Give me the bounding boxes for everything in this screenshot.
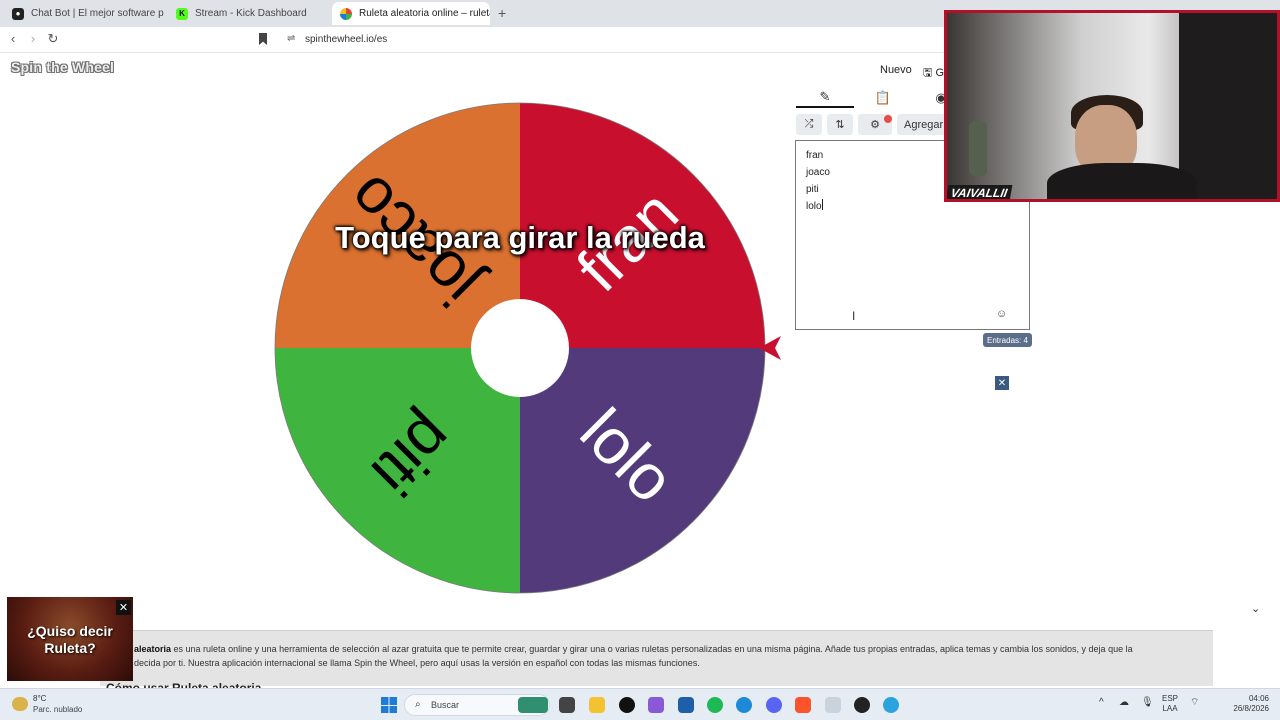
- webcam-body: [1047, 163, 1197, 199]
- windows-taskbar: 8°C Parc. nublado ⌕ Buscar ^ ☁ 🎙 ESP LAA…: [0, 688, 1280, 720]
- bookmark-icon[interactable]: [259, 33, 267, 45]
- promo-line-1: ¿Quiso decir: [27, 623, 113, 639]
- pencil-icon: ✎: [819, 89, 831, 104]
- file-explorer-icon[interactable]: [589, 697, 605, 713]
- copilot-icon[interactable]: [648, 697, 664, 713]
- weather-icon[interactable]: [12, 697, 28, 711]
- tab-edit[interactable]: ✎: [796, 88, 854, 108]
- obs-icon[interactable]: [854, 697, 870, 713]
- shuffle-icon: ⤮: [804, 118, 814, 130]
- tab-results[interactable]: 📋: [854, 88, 912, 108]
- promo-close-icon[interactable]: ✕: [116, 600, 131, 615]
- webcam-bottle: [969, 121, 987, 176]
- windows-start-icon[interactable]: [381, 697, 397, 713]
- tab-favicon-icon: ●: [12, 7, 24, 20]
- entries-count-badge: Entradas: 4: [983, 333, 1032, 347]
- search-label: Buscar: [431, 700, 460, 710]
- article-lead: aleatoria: [134, 644, 172, 654]
- wheel-center-hole[interactable]: [471, 299, 569, 397]
- shuffle-button[interactable]: ⤮: [796, 114, 822, 135]
- notification-dot: [884, 115, 892, 123]
- nuevo-button[interactable]: Nuevo: [880, 64, 912, 76]
- tray-chevron-icon[interactable]: ^: [1099, 698, 1104, 708]
- back-icon[interactable]: ‹: [4, 31, 22, 46]
- clock-time: 04:06: [1248, 694, 1269, 703]
- network-icon[interactable]: ☁: [1119, 698, 1129, 708]
- lang-primary: ESP: [1162, 694, 1179, 703]
- widgets-app-icon[interactable]: [518, 697, 548, 713]
- site-logo[interactable]: Spin the Wheel: [11, 59, 114, 75]
- gear-icon: ⚙: [870, 119, 880, 131]
- task-view-icon[interactable]: [559, 697, 575, 713]
- close-icon[interactable]: ✕: [995, 376, 1009, 390]
- wheel-favicon-icon: [340, 7, 352, 20]
- app-icon[interactable]: [825, 697, 841, 713]
- webcam-tag: VAIVALLII: [947, 185, 1013, 199]
- promo-text: ¿Quiso decir Ruleta?: [7, 623, 133, 657]
- store-icon[interactable]: [678, 697, 694, 713]
- tab-ruleta-aleatoria[interactable]: Ruleta aleatoria online – ruleta d ✕: [332, 2, 490, 25]
- brave-icon[interactable]: [795, 697, 811, 713]
- discord-icon[interactable]: [766, 697, 782, 713]
- sort-button[interactable]: ⇅: [827, 114, 853, 135]
- forward-icon[interactable]: ›: [24, 31, 42, 46]
- clock[interactable]: 04:06 26/8/2026: [1227, 694, 1269, 714]
- mic-icon[interactable]: 🎙: [1141, 698, 1154, 708]
- save-icon: 🖫: [923, 67, 936, 79]
- promo-line-2: Ruleta?: [44, 640, 96, 656]
- kick-logo-icon: K: [176, 7, 188, 20]
- site-settings-icon[interactable]: ⇌: [287, 33, 295, 44]
- tab-title: Chat Bot | El mejor software para pot: [31, 8, 164, 19]
- tab-kick-dashboard[interactable]: K Stream - Kick Dashboard: [168, 2, 328, 25]
- spotify-icon[interactable]: [707, 697, 723, 713]
- article-body: es una ruleta online y una herramienta d…: [171, 644, 1133, 654]
- tab-title: Stream - Kick Dashboard: [195, 8, 307, 19]
- clock-date: 26/8/2026: [1233, 704, 1269, 713]
- entry-text: lolo: [806, 201, 822, 212]
- weather-temp: 8°C: [33, 694, 47, 703]
- new-tab-icon[interactable]: +: [498, 5, 506, 21]
- language-indicator[interactable]: ESP LAA: [1162, 694, 1178, 714]
- tab-chat-bot[interactable]: ● Chat Bot | El mejor software para pot: [4, 2, 164, 25]
- agregar-button[interactable]: Agregar▣: [897, 114, 957, 135]
- emoji-icon[interactable]: ☺: [996, 308, 1007, 320]
- search-icon: ⌕: [415, 699, 421, 710]
- text-cursor-icon: I: [852, 309, 856, 323]
- webcam-shelf: [1179, 13, 1277, 199]
- lang-secondary: LAA: [1162, 704, 1178, 713]
- wheel-container[interactable]: fran lolo piti joaco: [262, 90, 792, 610]
- reload-icon[interactable]: ↻: [44, 31, 62, 47]
- clipboard-icon: 📋: [874, 90, 892, 105]
- webcam-overlay: VAIVALLII: [944, 10, 1280, 202]
- spin-wheel[interactable]: franlolopitijoaco: [262, 90, 792, 610]
- agregar-label: Agregar: [904, 118, 944, 131]
- promo-banner[interactable]: ¿Quiso decir Ruleta?: [7, 597, 133, 681]
- sort-icon: ⇅: [835, 119, 845, 131]
- spin-instruction[interactable]: Toque para girar la rueda: [335, 220, 705, 256]
- article-body-2: decida por ti. Nuestra aplicación intern…: [134, 658, 700, 668]
- telegram-icon[interactable]: [883, 697, 899, 713]
- weather-desc: Parc. nublado: [33, 705, 83, 714]
- edge-icon[interactable]: [736, 697, 752, 713]
- wifi-icon[interactable]: ⌔: [1190, 698, 1199, 708]
- url-text[interactable]: spinthewheel.io/es: [305, 34, 387, 45]
- app-icon[interactable]: [619, 697, 635, 713]
- article-intro: aleatoria es una ruleta online y una her…: [100, 630, 1213, 686]
- text-caret: [821, 199, 823, 210]
- editor-tabs: ✎ 📋 ◉: [796, 88, 956, 108]
- chevron-down-icon[interactable]: ⌄: [1251, 602, 1260, 615]
- tab-title: Ruleta aleatoria online – ruleta d: [359, 8, 490, 19]
